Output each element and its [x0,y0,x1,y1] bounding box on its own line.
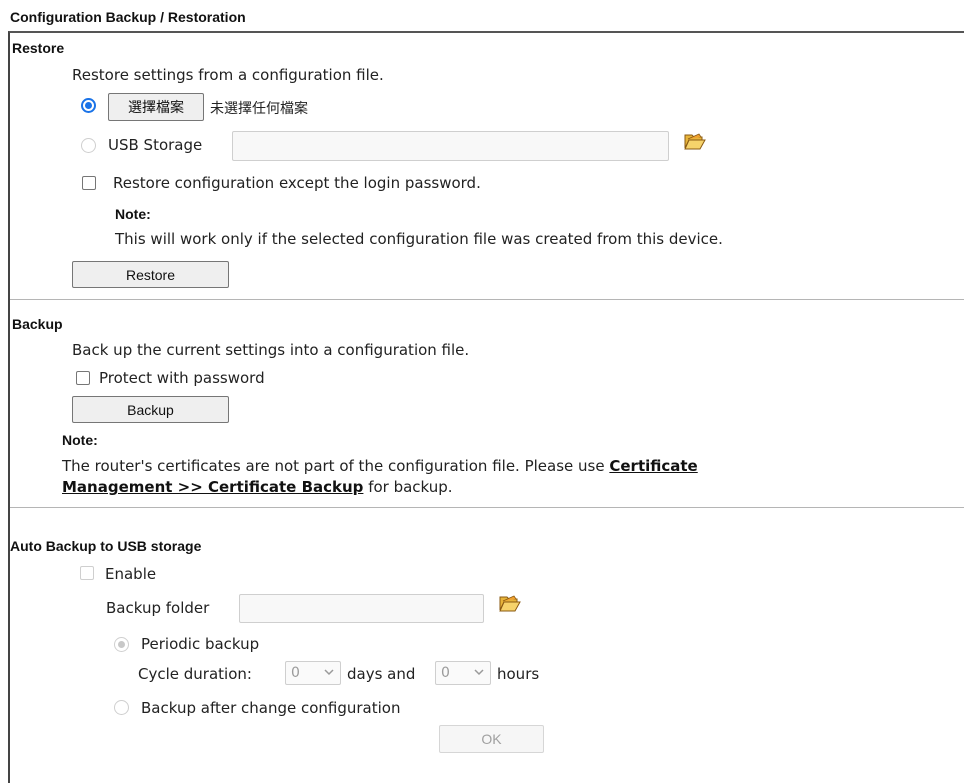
periodic-backup-label: Periodic backup [141,635,260,653]
backup-after-change-radio[interactable] [114,700,129,715]
backup-description: Back up the current settings into a conf… [72,341,470,359]
chevron-down-icon [324,669,334,676]
except-password-checkbox[interactable] [82,176,96,190]
days-and-label: days and [347,665,416,683]
open-folder-icon[interactable] [684,131,706,151]
protect-password-label: Protect with password [99,369,265,387]
backup-folder-field[interactable] [239,594,484,623]
auto-backup-enable-label: Enable [105,565,157,583]
cycle-days-select[interactable]: 0 [285,661,341,685]
section-divider [10,299,964,300]
restore-button[interactable]: Restore [72,261,229,288]
backup-folder-label: Backup folder [106,599,210,617]
backup-heading: Backup [12,316,63,332]
cycle-hours-select[interactable]: 0 [435,661,491,685]
hours-label: hours [497,665,540,683]
backup-note-text: The router's certificates are not part o… [62,457,610,475]
open-folder-icon[interactable] [499,593,521,613]
chevron-down-icon [474,669,484,676]
restore-heading: Restore [12,40,65,56]
backup-note-suffix: for backup. [363,478,453,496]
restore-note-label: Note: [115,206,151,222]
local-file-radio[interactable] [81,98,96,113]
backup-note-line2: Management >> Certificate Backup for bac… [62,478,453,496]
no-file-text: 未選擇任何檔案 [210,101,308,117]
ok-button[interactable]: OK [439,725,544,753]
backup-note-label: Note: [62,432,98,448]
backup-button[interactable]: Backup [72,396,229,423]
cycle-days-value: 0 [291,665,300,681]
certificate-backup-link[interactable]: Management >> Certificate Backup [62,478,363,496]
backup-note-line1: The router's certificates are not part o… [62,457,698,475]
certificate-management-link[interactable]: Certificate [609,457,697,475]
section-divider [10,507,964,508]
cycle-duration-label: Cycle duration: [138,665,252,683]
protect-password-checkbox[interactable] [76,371,90,385]
auto-backup-heading: Auto Backup to USB storage [10,538,202,554]
page-title: Configuration Backup / Restoration [10,9,246,25]
usb-storage-path-field[interactable] [232,131,669,161]
cycle-hours-value: 0 [441,665,450,681]
usb-storage-label: USB Storage [108,136,203,154]
backup-after-change-label: Backup after change configuration [141,699,401,717]
choose-file-button[interactable]: 選擇檔案 [108,93,204,121]
usb-storage-radio[interactable] [81,138,96,153]
restore-description: Restore settings from a configuration fi… [72,66,384,84]
except-password-label: Restore configuration except the login p… [113,174,481,192]
auto-backup-enable-checkbox[interactable] [80,566,94,580]
restore-note-text: This will work only if the selected conf… [115,230,723,248]
periodic-backup-radio[interactable] [114,637,129,652]
